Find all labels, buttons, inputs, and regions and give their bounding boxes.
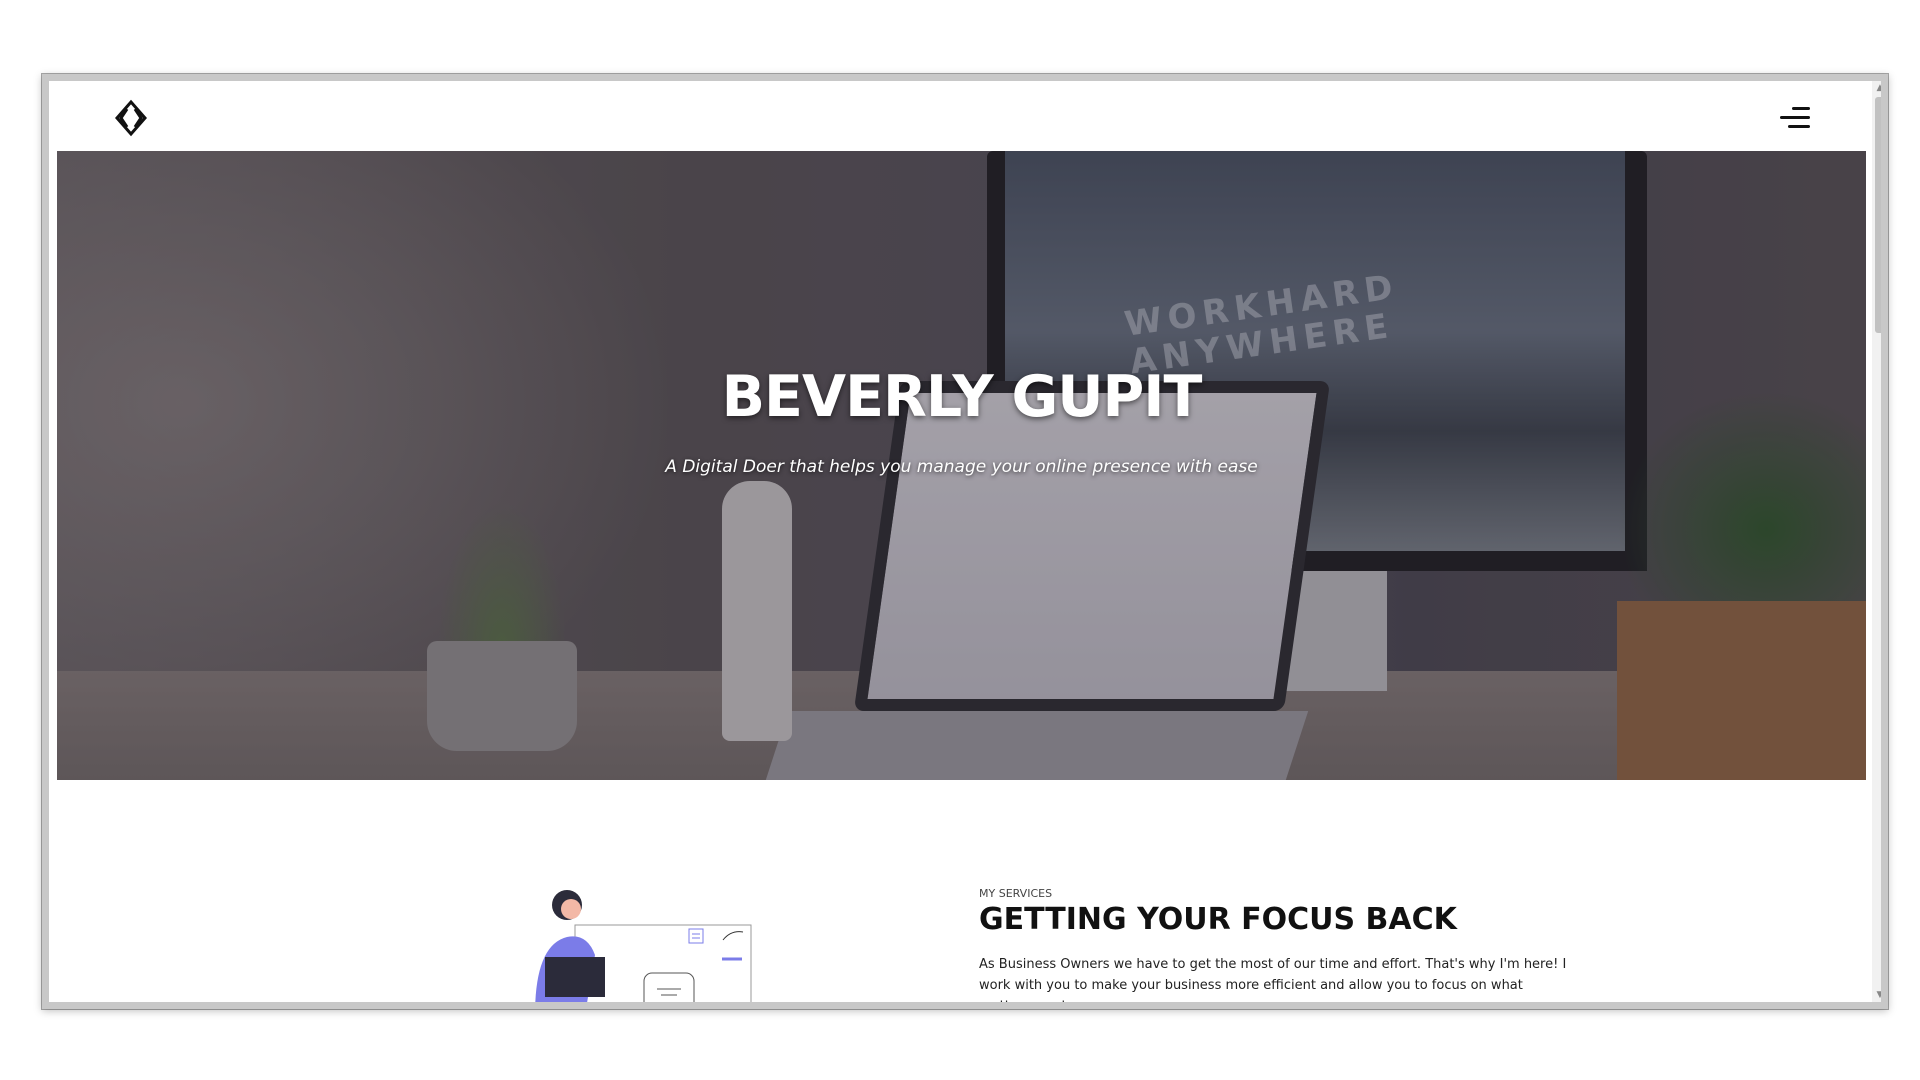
services-section: MY SERVICES GETTING YOUR FOCUS BACK As B… — [49, 780, 1872, 1002]
scroll-thumb[interactable] — [1875, 97, 1881, 333]
hamburger-menu-icon[interactable] — [1776, 105, 1810, 131]
logo-icon[interactable] — [112, 99, 150, 137]
browser-window: WORKHARD ANYWHERE BEVERLY GUPIT A Digita… — [42, 74, 1888, 1009]
web-page[interactable]: WORKHARD ANYWHERE BEVERLY GUPIT A Digita… — [49, 81, 1872, 1002]
hero-title: BEVERLY GUPIT — [721, 364, 1203, 430]
woman-laptop-illustration — [535, 890, 752, 1002]
vertical-scrollbar[interactable]: ▲ ▼ — [1872, 81, 1881, 1002]
hero-subtitle: A Digital Doer that helps you manage you… — [665, 457, 1258, 477]
services-eyebrow: MY SERVICES — [979, 887, 1053, 900]
scroll-up-arrow-icon[interactable]: ▲ — [1872, 81, 1881, 95]
site-header — [49, 81, 1872, 151]
scroll-down-arrow-icon[interactable]: ▼ — [1872, 988, 1881, 1002]
services-body: As Business Owners we have to get the mo… — [979, 957, 1567, 1002]
hero-section: WORKHARD ANYWHERE BEVERLY GUPIT A Digita… — [57, 151, 1866, 780]
services-title: GETTING YOUR FOCUS BACK — [979, 902, 1457, 937]
